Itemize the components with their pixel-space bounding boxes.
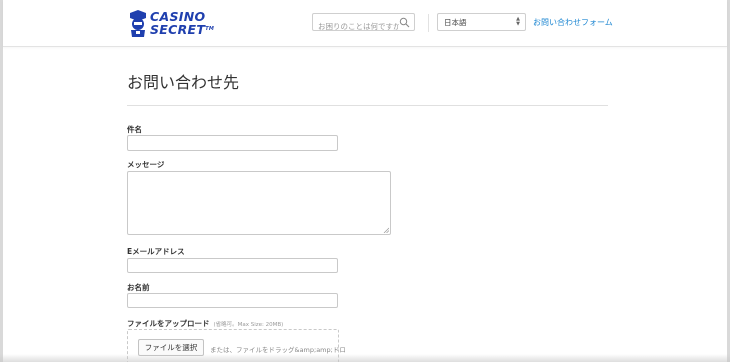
name-field-wrapper xyxy=(127,293,338,311)
subject-field-wrapper xyxy=(127,135,338,154)
page-title: お問い合わせ先 xyxy=(127,73,240,92)
logo-line2: SECRET xyxy=(150,22,206,37)
language-selected: 日本語 xyxy=(444,18,467,27)
message-label: メッセージ xyxy=(127,160,165,169)
contact-form-link[interactable]: お問い合わせフォーム xyxy=(533,17,613,28)
select-arrows-icon: ▲ ▼ xyxy=(516,16,520,27)
name-input[interactable] xyxy=(128,298,337,311)
search-box xyxy=(312,13,415,35)
search-input[interactable] xyxy=(313,18,399,35)
name-label: お名前 xyxy=(127,283,150,292)
email-field-wrapper xyxy=(127,258,338,276)
language-select[interactable]: 日本語 ▲ ▼ xyxy=(437,13,526,31)
header-divider xyxy=(428,14,429,32)
email-input[interactable] xyxy=(128,263,337,276)
upload-label: ファイルをアップロード (省略可。Max Size: 20MB) xyxy=(127,318,283,329)
resize-grip-icon[interactable] xyxy=(383,227,389,233)
dropzone-text: または、ファイルをドラッグ&amp;amp;ドロ xyxy=(210,346,346,354)
logo-mascot-icon xyxy=(130,10,146,37)
window-frame-left xyxy=(0,0,3,362)
logo-wordmark: CASINO SECRETTM xyxy=(150,10,214,36)
email-label: Eメールアドレス xyxy=(127,247,185,256)
message-field-wrapper xyxy=(127,171,391,235)
upload-label-text: ファイルをアップロード xyxy=(127,319,210,328)
bottom-shadow xyxy=(0,354,730,362)
logo-tm: TM xyxy=(205,26,215,32)
title-divider xyxy=(127,105,608,106)
casino-secret-logo[interactable]: CASINO SECRETTM xyxy=(127,9,214,39)
subject-label: 件名 xyxy=(127,125,142,134)
message-textarea[interactable] xyxy=(128,172,390,234)
upload-hint: (省略可。Max Size: 20MB) xyxy=(213,322,284,328)
subject-input[interactable] xyxy=(128,139,337,154)
site-header: CASINO SECRETTM 日本語 ▲▼ お問い合わせフォーム xyxy=(3,0,727,47)
search-icon[interactable] xyxy=(399,17,410,28)
